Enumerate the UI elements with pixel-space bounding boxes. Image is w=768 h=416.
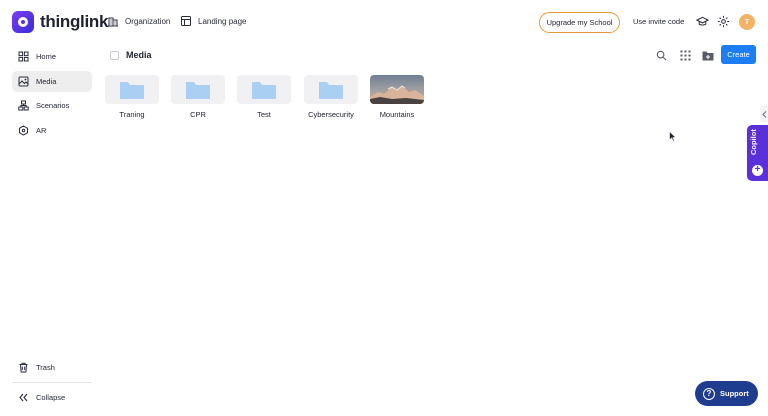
folder-label: Test (257, 110, 271, 119)
create-button[interactable]: Create (721, 45, 756, 64)
mouse-cursor-icon (669, 131, 677, 142)
nav-organization-label: Organization (125, 16, 171, 26)
sidebar-item-trash[interactable]: Trash (12, 357, 92, 378)
logo-text: thinglink (40, 12, 109, 31)
sidebar-item-label: AR (36, 126, 47, 135)
copilot-plus-icon (752, 164, 763, 176)
folder-label: CPR (190, 110, 206, 119)
sidebar-divider (12, 382, 92, 383)
folder-icon (319, 81, 343, 99)
sidebar-item-label: Collapse (36, 393, 66, 402)
building-icon (108, 17, 118, 27)
home-icon (18, 51, 29, 62)
media-icon (18, 76, 29, 87)
sidebar-item-scenarios[interactable]: Scenarios (12, 95, 92, 116)
upgrade-button[interactable]: Upgrade my School (539, 12, 620, 33)
graduation-cap-icon[interactable] (696, 15, 709, 28)
new-folder-icon[interactable] (702, 50, 714, 61)
nav-landing-page[interactable]: Landing page (180, 15, 247, 27)
chevrons-left-icon (19, 393, 28, 402)
logo[interactable]: thinglink (12, 11, 108, 33)
logo-mark-icon (12, 11, 34, 33)
chevron-left-icon (761, 110, 766, 118)
nav-organization[interactable]: Organization (107, 15, 170, 27)
folder-label: Traning (119, 110, 145, 119)
folder-tile[interactable] (237, 75, 291, 104)
layout-icon (181, 16, 191, 26)
sidebar-item-label: Media (36, 77, 57, 86)
grid-view-icon[interactable] (680, 50, 691, 61)
sidebar-item-ar[interactable]: AR (12, 120, 92, 141)
select-all-checkbox[interactable] (110, 51, 119, 60)
ar-icon (19, 125, 28, 136)
page-title: Media (126, 50, 152, 60)
top-bar: thinglink Organization Landing page Upgr… (0, 0, 768, 44)
invite-code-link[interactable]: Use invite code (633, 17, 684, 26)
gear-icon[interactable] (717, 15, 730, 28)
copilot-label: Copilot (749, 129, 758, 155)
image-tile[interactable] (370, 75, 424, 104)
support-label: Support (720, 389, 749, 398)
trash-icon (19, 362, 28, 373)
help-icon: ? (703, 387, 715, 400)
folder-tile[interactable] (171, 75, 225, 104)
avatar[interactable]: T (739, 14, 755, 30)
scenarios-icon (18, 100, 29, 111)
folder-tile[interactable] (105, 75, 159, 104)
search-icon[interactable] (656, 50, 667, 61)
folder-label: Cybersecurity (308, 110, 354, 119)
mountains-thumbnail (370, 75, 424, 104)
sidebar-item-media[interactable]: Media (12, 71, 92, 92)
folder-icon (252, 81, 276, 99)
folder-icon (120, 81, 144, 99)
sidebar-collapse[interactable]: Collapse (12, 387, 92, 408)
support-button[interactable]: ? Support (695, 381, 758, 406)
folder-tile[interactable] (304, 75, 358, 104)
folder-icon (186, 81, 210, 99)
sidebar: Home Media Scenarios AR Trash Collapse (0, 44, 100, 416)
sidebar-item-label: Scenarios (36, 101, 70, 110)
nav-landing-page-label: Landing page (198, 16, 247, 26)
sidebar-item-label: Home (36, 52, 57, 61)
sidebar-item-home[interactable]: Home (12, 46, 92, 67)
copilot-tab[interactable]: Copilot (747, 125, 768, 181)
panel-toggle[interactable] (760, 106, 768, 122)
sidebar-item-label: Trash (36, 363, 55, 372)
image-label: Mountains (379, 110, 415, 119)
